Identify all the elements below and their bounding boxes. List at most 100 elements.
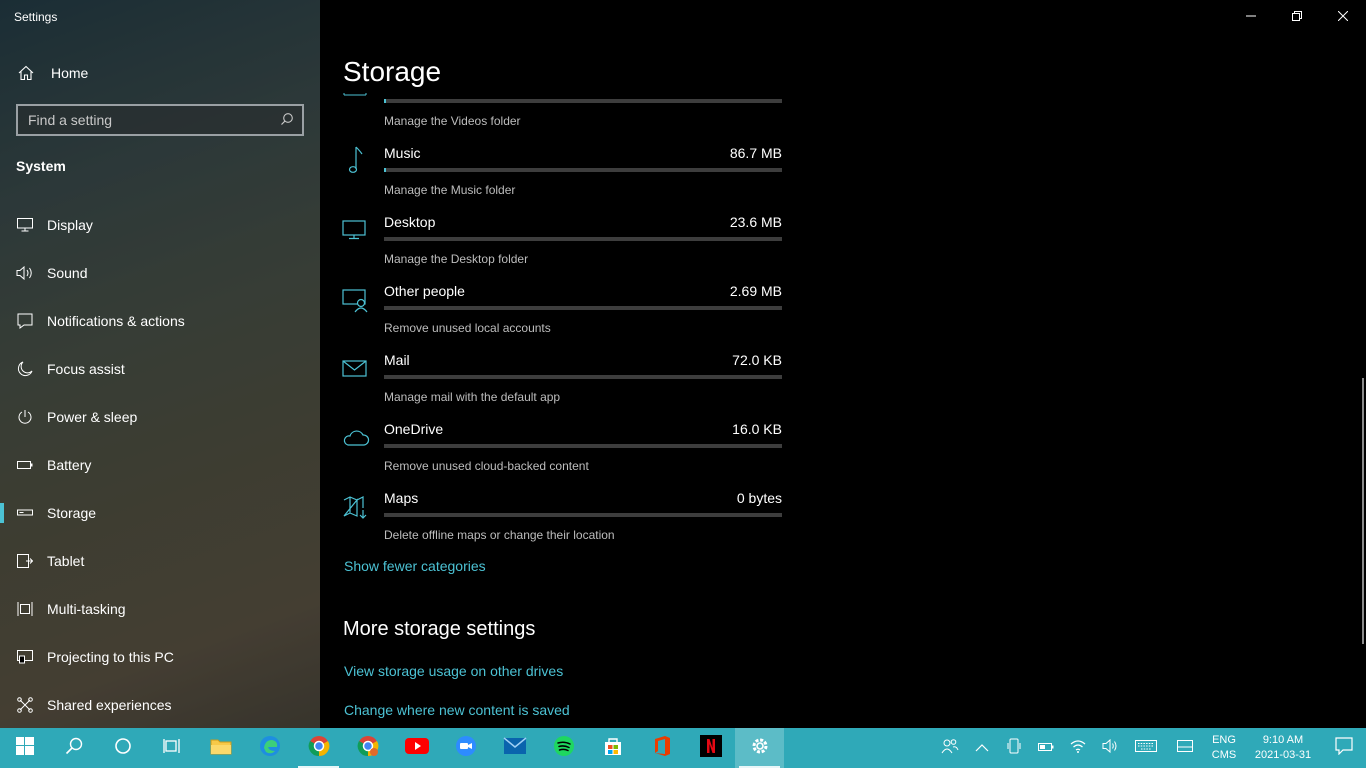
maps-icon: [342, 496, 370, 524]
spotify-icon: [553, 735, 575, 762]
edge-button[interactable]: [245, 728, 294, 768]
category-description: Delete offline maps or change their loca…: [384, 528, 615, 542]
action-center-button[interactable]: [1322, 728, 1366, 768]
sidebar-item-storage[interactable]: Storage: [0, 489, 320, 537]
multitasking-icon: [16, 600, 34, 618]
store-button[interactable]: [588, 728, 637, 768]
category-description: Manage the Music folder: [384, 183, 516, 197]
sidebar-item-label: Display: [47, 217, 93, 233]
netflix-button[interactable]: [686, 728, 735, 768]
wifi-icon: [1070, 739, 1086, 758]
sidebar-item-sound[interactable]: Sound: [0, 249, 320, 297]
sidebar-item-label: Sound: [47, 265, 88, 281]
spotify-button[interactable]: [539, 728, 588, 768]
mail-app-button[interactable]: [490, 728, 539, 768]
office-button[interactable]: [637, 728, 686, 768]
task-view-icon: [162, 737, 181, 760]
taskbar-search-button[interactable]: [49, 728, 98, 768]
volume-button[interactable]: [1094, 728, 1126, 768]
restore-button[interactable]: [1274, 0, 1320, 32]
sidebar-nav: Display Sound Notifications & actions Fo…: [0, 201, 320, 728]
category-maps[interactable]: Maps 0 bytes Delete offline maps or chan…: [320, 490, 790, 559]
close-button[interactable]: [1320, 0, 1366, 32]
settings-window: Settings Home Find a setting System Disp…: [0, 0, 1366, 728]
zoom-button[interactable]: [441, 728, 490, 768]
network-button[interactable]: [1062, 728, 1094, 768]
video-icon: [342, 90, 370, 100]
settings-button[interactable]: [735, 728, 784, 768]
touch-keyboard-button[interactable]: [1126, 728, 1166, 768]
sidebar-item-multitasking[interactable]: Multi-tasking: [0, 585, 320, 633]
main-content: Storage Manage the Videos folder Music 8…: [320, 0, 1366, 728]
sidebar-item-shared-experiences[interactable]: Shared experiences: [0, 681, 320, 728]
sidebar-item-display[interactable]: Display: [0, 201, 320, 249]
usage-fill: [384, 99, 386, 103]
chrome-profile-icon: [357, 735, 379, 762]
home-label: Home: [51, 65, 89, 81]
task-view-button[interactable]: [147, 728, 196, 768]
file-explorer-button[interactable]: [196, 728, 245, 768]
sidebar-item-label: Projecting to this PC: [47, 649, 174, 665]
category-videos[interactable]: Manage the Videos folder: [320, 76, 790, 128]
keyboard-icon: [1135, 739, 1157, 757]
show-hidden-icons-button[interactable]: [966, 728, 998, 768]
category-music[interactable]: Music 86.7 MB Manage the Music folder: [320, 145, 790, 214]
sidebar-item-projecting[interactable]: Projecting to this PC: [0, 633, 320, 681]
input-language-button[interactable]: ENG CMS: [1204, 733, 1244, 763]
category-other-people[interactable]: Other people 2.69 MB Remove unused local…: [320, 283, 790, 352]
tablet-icon: [16, 552, 34, 570]
youtube-button[interactable]: [392, 728, 441, 768]
change-new-content-link[interactable]: Change where new content is saved: [344, 702, 570, 718]
battery-tray-icon: [1038, 739, 1054, 757]
category-description: Manage the Videos folder: [384, 114, 521, 128]
category-onedrive[interactable]: OneDrive 16.0 KB Remove unused cloud-bac…: [320, 421, 790, 490]
start-button[interactable]: [0, 728, 49, 768]
sidebar-item-power-sleep[interactable]: Power & sleep: [0, 393, 320, 441]
sound-icon: [16, 264, 34, 282]
office-icon: [652, 735, 672, 762]
youtube-icon: [404, 737, 429, 760]
home-icon: [16, 63, 36, 83]
people-button[interactable]: [934, 728, 966, 768]
zoom-icon: [455, 735, 477, 762]
usage-fill: [384, 168, 386, 172]
category-name: Music: [384, 145, 421, 161]
chrome-profile-button[interactable]: [343, 728, 392, 768]
search-input[interactable]: Find a setting: [16, 104, 304, 136]
battery-status-button[interactable]: [1030, 728, 1062, 768]
sidebar: Settings Home Find a setting System Disp…: [0, 0, 320, 728]
chrome-button[interactable]: [294, 728, 343, 768]
section-title: System: [16, 158, 66, 174]
sidebar-item-notifications[interactable]: Notifications & actions: [0, 297, 320, 345]
projecting-icon: [16, 648, 34, 666]
sidebar-item-tablet[interactable]: Tablet: [0, 537, 320, 585]
scrollbar[interactable]: [1362, 378, 1364, 644]
show-fewer-categories-link[interactable]: Show fewer categories: [344, 558, 486, 574]
view-other-drives-link[interactable]: View storage usage on other drives: [344, 663, 563, 679]
display-icon: [16, 216, 34, 234]
usage-bar: [384, 237, 782, 241]
cortana-button[interactable]: [98, 728, 147, 768]
sidebar-item-battery[interactable]: Battery: [0, 441, 320, 489]
category-name: Desktop: [384, 214, 436, 230]
category-description: Manage the Desktop folder: [384, 252, 529, 266]
ink-workspace-icon: [1177, 739, 1193, 757]
people-icon: [941, 738, 959, 759]
minimize-button[interactable]: [1228, 0, 1274, 32]
netflix-icon: [699, 734, 722, 762]
clock-button[interactable]: 9:10 AM 2021-03-31: [1244, 733, 1322, 763]
category-desktop[interactable]: Desktop 23.6 MB Manage the Desktop folde…: [320, 214, 790, 283]
usage-bar: [384, 306, 782, 310]
search-icon[interactable]: [280, 112, 294, 129]
category-size: 0 bytes: [736, 490, 782, 506]
sidebar-item-label: Storage: [47, 505, 97, 521]
sidebar-item-label: Tablet: [47, 553, 85, 569]
tray-device-button[interactable]: [998, 728, 1030, 768]
tablet-mode-button[interactable]: [1166, 728, 1204, 768]
category-mail[interactable]: Mail 72.0 KB Manage mail with the defaul…: [320, 352, 790, 421]
system-tray: ENG CMS 9:10 AM 2021-03-31: [934, 728, 1366, 768]
sidebar-item-focus-assist[interactable]: Focus assist: [0, 345, 320, 393]
file-explorer-icon: [210, 737, 232, 760]
home-button[interactable]: Home: [0, 58, 320, 88]
category-description: Remove unused cloud-backed content: [384, 459, 589, 473]
